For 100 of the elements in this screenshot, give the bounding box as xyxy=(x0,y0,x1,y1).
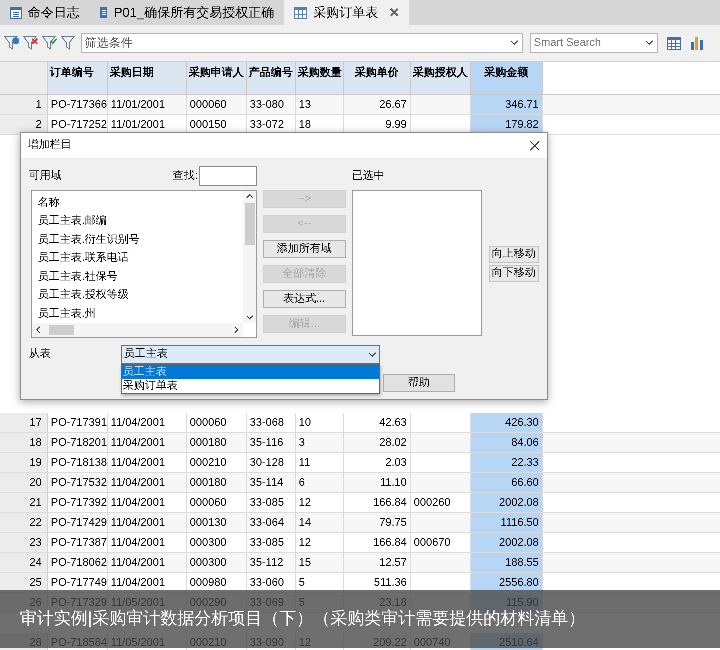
table-cell: 1116.50 xyxy=(471,513,543,532)
field-list-item[interactable]: 员工主表.联系电话 xyxy=(38,249,243,268)
column-header[interactable]: 采购单价 xyxy=(344,62,411,94)
caption: 审计实例|采购审计数据分析项目（下）（采购类审计需要提供的材料清单） xyxy=(20,610,586,628)
table-cell: PO-717387 xyxy=(48,533,108,552)
move-button[interactable]: 向下移动 xyxy=(489,265,539,282)
dialog-button[interactable]: 表达式... xyxy=(263,290,346,308)
filter-field[interactable]: 筛选条件 xyxy=(81,33,523,53)
table-cell: 33-085 xyxy=(247,533,296,552)
table-cell: 2.03 xyxy=(344,453,411,472)
filter-icon[interactable] xyxy=(61,36,78,50)
table-view-icon[interactable] xyxy=(667,36,681,50)
row-number: 18 xyxy=(0,433,48,452)
table-cell: 12.57 xyxy=(344,553,411,572)
table-cell: 000060 xyxy=(187,493,247,512)
table-cell: 11/04/2001 xyxy=(108,433,187,452)
column-header[interactable]: 订单编号 xyxy=(48,62,108,94)
field-list-item[interactable]: 员工主表.授权等级 xyxy=(38,286,243,305)
table-cell: 3 xyxy=(296,433,344,452)
table-cell: PO-717532 xyxy=(48,473,108,492)
row-number: 22 xyxy=(0,513,48,532)
column-header[interactable]: 采购金额 xyxy=(471,62,543,94)
row-number: 20 xyxy=(0,473,48,492)
table-cell: 2002.08 xyxy=(471,493,543,512)
selected-fields-list[interactable] xyxy=(352,190,482,336)
table-cell: 000180 xyxy=(187,433,247,452)
field-list-item[interactable]: 员工主表.邮编 xyxy=(38,212,243,231)
column-header[interactable]: 采购数量 xyxy=(296,62,344,94)
table-cell: 13 xyxy=(296,95,344,114)
close-icon[interactable] xyxy=(530,140,540,150)
tab-label: 命令日志 xyxy=(28,4,80,22)
table-cell: 000060 xyxy=(187,413,247,432)
table-cell: 26.67 xyxy=(344,95,411,114)
table-cell: 11/04/2001 xyxy=(108,513,187,532)
document-icon xyxy=(100,6,108,18)
field-list-item[interactable]: 员工主表.衍生识别号 xyxy=(38,230,243,250)
table-cell: 66.60 xyxy=(471,473,543,492)
column-header[interactable]: 采购申请人 xyxy=(187,62,247,94)
scrollbar-thumb[interactable] xyxy=(49,325,74,335)
table-cell: 15 xyxy=(296,553,344,572)
field-label: 已选中 xyxy=(352,168,385,184)
field-list-item[interactable]: 名称 xyxy=(38,194,243,212)
horizontal-scrollbar[interactable] xyxy=(32,323,243,337)
vertical-scrollbar[interactable] xyxy=(243,191,256,323)
table-cell: 33-068 xyxy=(247,413,296,432)
table-cell: 84.06 xyxy=(471,433,543,452)
scroll-right-icon[interactable] xyxy=(232,325,240,335)
table-cell: 12 xyxy=(296,493,344,512)
table-cell: PO-718138 xyxy=(48,453,108,472)
table-cell: 11/04/2001 xyxy=(108,553,187,572)
field-list-item[interactable]: 员工主表.州 xyxy=(38,304,243,323)
table-cell: 11/04/2001 xyxy=(108,453,187,472)
table-cell: 11.10 xyxy=(344,473,411,492)
table-cell: 6 xyxy=(296,473,344,492)
dialog-title: 增加栏目 xyxy=(28,138,72,154)
smart-search-field[interactable]: Smart Search xyxy=(530,33,658,53)
filter-icon[interactable] xyxy=(23,36,40,50)
table-cell: 346.71 xyxy=(471,95,543,114)
table-cell: 166.84 xyxy=(344,533,411,552)
table-cell: 28.02 xyxy=(344,433,411,452)
move-button[interactable]: 向上移动 xyxy=(489,246,539,263)
table-cell: 000300 xyxy=(187,553,247,572)
table-cell: 2002.08 xyxy=(471,533,543,552)
help-button[interactable]: 帮助 xyxy=(383,374,455,392)
field-label: 可用域 xyxy=(29,168,62,184)
filter-icon[interactable] xyxy=(4,36,21,50)
dropdown-option[interactable]: 采购订单表 xyxy=(122,379,379,393)
dropdown-caret-icon xyxy=(645,40,654,46)
column-header[interactable]: 采购日期 xyxy=(108,62,187,94)
table-cell: PO-718062 xyxy=(48,553,108,572)
table-cell: 000210 xyxy=(187,453,247,472)
table-cell: PO-717429 xyxy=(48,513,108,532)
table-cell: 33-080 xyxy=(247,95,296,114)
table-cell: 000060 xyxy=(187,95,247,114)
table-cell: 11/04/2001 xyxy=(108,473,187,492)
field-list-item[interactable]: 员工主表.社保号 xyxy=(38,268,243,286)
dropdown-caret-icon xyxy=(368,352,377,358)
column-header[interactable]: 产品编号 xyxy=(247,62,296,94)
row-number: 17 xyxy=(0,413,48,432)
table-cell: 33-085 xyxy=(247,493,296,512)
scroll-left-icon[interactable] xyxy=(35,325,43,335)
table-cell: 426.30 xyxy=(471,413,543,432)
table-cell: 14 xyxy=(296,513,344,532)
field-label: 从表 xyxy=(29,347,52,362)
find-field[interactable] xyxy=(199,166,257,186)
table-select[interactable]: 员工主表 xyxy=(121,345,380,364)
table-cell: 12 xyxy=(296,533,344,552)
scrollbar-thumb[interactable] xyxy=(244,203,254,245)
table-cell: 11 xyxy=(296,453,344,472)
table-cell: 11/04/2001 xyxy=(108,533,187,552)
row-number: 1 xyxy=(0,95,48,114)
filter-icon[interactable] xyxy=(42,36,59,50)
bar-chart-icon[interactable] xyxy=(690,36,704,50)
column-header[interactable]: 采购授权人 xyxy=(411,62,471,94)
table-cell: 188.55 xyxy=(471,553,543,572)
tab-label: 采购订单表 xyxy=(313,4,378,22)
dialog-button[interactable]: 添加所有域 xyxy=(263,240,346,258)
tab[interactable]: 采购订单表 xyxy=(284,0,410,25)
table-cell: 11/04/2001 xyxy=(108,493,187,512)
dropdown-caret-icon xyxy=(510,40,519,46)
